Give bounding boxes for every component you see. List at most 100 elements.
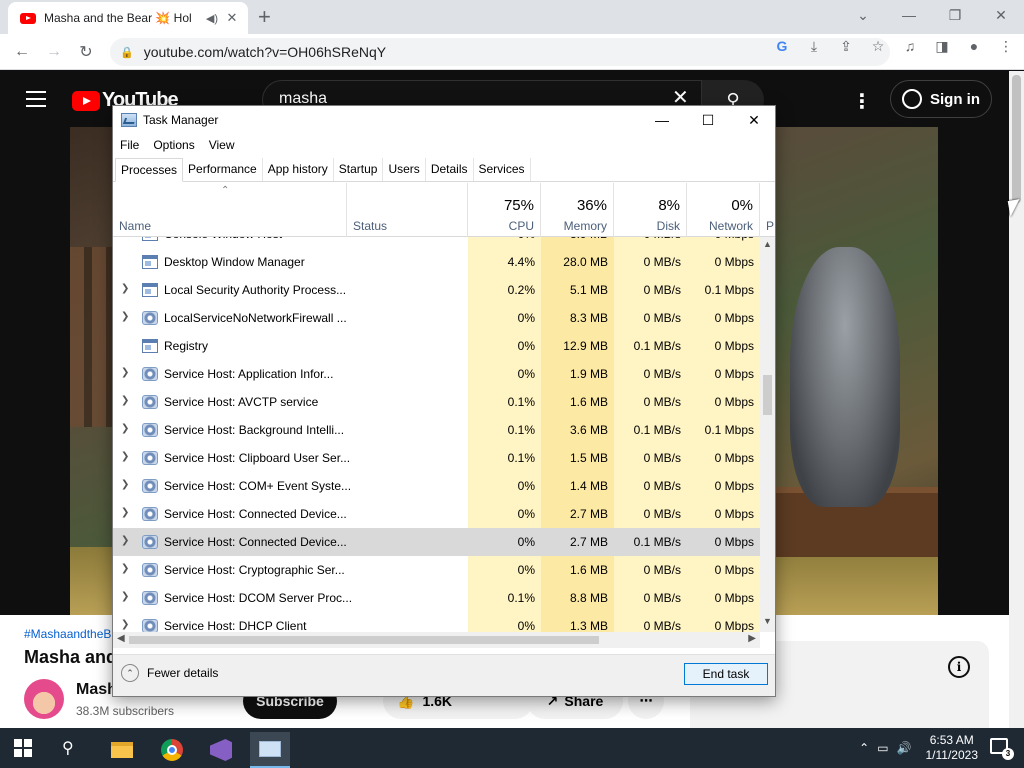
- tab-search-chevron-icon[interactable]: ⌄: [840, 0, 886, 30]
- taskbar-visual-studio[interactable]: [201, 732, 241, 768]
- column-memory[interactable]: 36% Memory: [541, 183, 614, 237]
- forward-arrow-icon[interactable]: →: [42, 40, 66, 64]
- expand-chevron-icon[interactable]: ❯: [121, 423, 129, 434]
- vscroll-thumb[interactable]: [763, 375, 772, 415]
- process-row[interactable]: ❯ Service Host: Application Infor... 0% 1.9…: [113, 360, 760, 388]
- menu-file[interactable]: File: [113, 134, 146, 156]
- show-hidden-icons-chevron-icon[interactable]: ⌃: [859, 741, 869, 755]
- page-scrollbar-thumb[interactable]: [1012, 75, 1021, 203]
- expand-chevron-icon[interactable]: ❯: [121, 619, 129, 630]
- restore-window-button[interactable]: ❐: [932, 0, 978, 30]
- install-app-icon[interactable]: ⤓: [804, 38, 824, 55]
- scroll-right-arrow-icon[interactable]: ▶: [748, 633, 756, 644]
- network-icon[interactable]: ▭: [877, 741, 888, 755]
- process-row[interactable]: ❯ Service Host: Connected Device... 0% 2.7 …: [113, 528, 760, 556]
- media-control-icon[interactable]: ♫: [900, 38, 920, 55]
- column-power[interactable]: P: [760, 183, 775, 237]
- sign-in-button[interactable]: Sign in: [890, 80, 992, 118]
- tm-minimize-button[interactable]: —: [639, 106, 685, 134]
- taskbar-task-manager[interactable]: [250, 732, 290, 768]
- process-row[interactable]: Registry 0% 12.9 MB 0.1 MB/s 0 Mbps: [113, 332, 760, 360]
- expand-chevron-icon[interactable]: ❯: [121, 367, 129, 378]
- expand-chevron-icon[interactable]: ❯: [121, 395, 129, 406]
- expand-chevron-icon[interactable]: ❯: [121, 283, 129, 294]
- expand-chevron-icon[interactable]: ❯: [121, 479, 129, 490]
- more-options-icon[interactable]: ⋮: [852, 89, 872, 114]
- reload-icon[interactable]: ↻: [74, 40, 98, 64]
- tm-close-button[interactable]: ✕: [731, 106, 777, 134]
- google-lens-icon[interactable]: G: [772, 38, 792, 55]
- share-page-icon[interactable]: ⇪: [836, 38, 856, 55]
- start-button[interactable]: [14, 739, 32, 757]
- process-list-hscrollbar[interactable]: ◀ ▶: [113, 632, 760, 648]
- expand-chevron-icon[interactable]: ❯: [121, 451, 129, 462]
- expand-chevron-icon[interactable]: ❯: [121, 591, 129, 602]
- column-disk[interactable]: 8% Disk: [614, 183, 687, 237]
- close-window-button[interactable]: ✕: [978, 0, 1024, 30]
- channel-name[interactable]: Mash: [76, 681, 117, 699]
- process-row[interactable]: ❯ Service Host: Background Intelli... 0.1%…: [113, 416, 760, 444]
- taskbar-search-icon[interactable]: ⚲: [62, 738, 74, 758]
- process-list-vscrollbar[interactable]: ▲ ▼: [760, 237, 775, 632]
- taskbar-chrome[interactable]: [152, 732, 192, 768]
- mouse-cursor: [1007, 199, 1023, 217]
- menu-view[interactable]: View: [202, 134, 242, 156]
- clock[interactable]: 6:53 AM 1/11/2023: [926, 733, 979, 763]
- tab-performance[interactable]: Performance: [183, 158, 263, 181]
- end-task-button[interactable]: End task: [684, 663, 768, 685]
- channel-avatar[interactable]: [24, 679, 64, 719]
- tab-app-history[interactable]: App history: [263, 158, 334, 181]
- menu-options[interactable]: Options: [146, 134, 201, 156]
- tab-details[interactable]: Details: [426, 158, 474, 181]
- task-manager-title-bar[interactable]: Task Manager — ☐ ✕: [113, 106, 775, 134]
- tab-startup[interactable]: Startup: [334, 158, 384, 181]
- video-hashtags[interactable]: #MashaandtheB: [24, 627, 111, 641]
- column-status[interactable]: Status: [347, 183, 468, 237]
- chrome-menu-icon[interactable]: ⋮: [996, 38, 1016, 55]
- minimize-window-button[interactable]: —: [886, 0, 932, 30]
- back-arrow-icon[interactable]: ←: [10, 40, 34, 64]
- process-row[interactable]: ❯ Service Host: Clipboard User Ser... 0.1%…: [113, 444, 760, 472]
- scroll-down-arrow-icon[interactable]: ▼: [760, 616, 775, 630]
- speaker-icon[interactable]: ◀): [206, 12, 218, 25]
- process-name: Local Security Authority Process...: [164, 283, 347, 297]
- tab-processes[interactable]: Processes: [115, 158, 184, 182]
- scroll-left-arrow-icon[interactable]: ◀: [117, 633, 125, 644]
- tab-users[interactable]: Users: [383, 158, 426, 181]
- scroll-up-arrow-icon[interactable]: ▲: [760, 239, 775, 253]
- process-row[interactable]: ❯ Service Host: DCOM Server Proc... 0.1% 8.…: [113, 584, 760, 612]
- process-row[interactable]: Console Window Host 0%3.9 MB0 MB/s0 Mbps: [113, 237, 760, 248]
- expand-chevron-icon[interactable]: ❯: [121, 563, 129, 574]
- process-row[interactable]: ❯ Service Host: DHCP Client 0% 1.3 MB 0 MB/s…: [113, 612, 760, 632]
- info-icon[interactable]: i: [948, 656, 970, 678]
- process-row[interactable]: ❯ Service Host: COM+ Event Syste... 0% 1.4 …: [113, 472, 760, 500]
- process-row[interactable]: ❯ Service Host: Connected Device... 0% 2.7 …: [113, 500, 760, 528]
- process-row[interactable]: ❯ Service Host: Cryptographic Ser... 0% 1.6…: [113, 556, 760, 584]
- side-panel-icon[interactable]: ◨: [932, 38, 952, 55]
- windows-taskbar: ⚲ ⌃ ▭ 🔊 6:53 AM 1/11/2023 3: [0, 728, 1024, 768]
- process-row[interactable]: ❯ Local Security Authority Process... 0.2%…: [113, 276, 760, 304]
- browser-tab-youtube[interactable]: Masha and the Bear 💥 Hol ◀) ✕: [8, 2, 248, 34]
- expand-chevron-icon[interactable]: ❯: [121, 535, 129, 546]
- expand-chevron-icon[interactable]: ❯: [121, 507, 129, 518]
- profile-icon[interactable]: ●: [964, 38, 984, 55]
- volume-icon[interactable]: 🔊: [897, 741, 912, 755]
- tab-services[interactable]: Services: [474, 158, 531, 181]
- hscroll-thumb[interactable]: [129, 636, 599, 644]
- column-cpu[interactable]: 75% CPU: [468, 183, 541, 237]
- new-tab-button[interactable]: +: [258, 4, 271, 30]
- process-row[interactable]: Desktop Window Manager 4.4% 28.0 MB 0 MB/s 0…: [113, 248, 760, 276]
- close-tab-icon[interactable]: ✕: [224, 10, 240, 26]
- process-row[interactable]: ❯ LocalServiceNoNetworkFirewall ... 0% 8.3 …: [113, 304, 760, 332]
- bookmark-star-icon[interactable]: ☆: [868, 38, 888, 55]
- column-network[interactable]: 0% Network: [687, 183, 760, 237]
- expand-chevron-icon[interactable]: ❯: [121, 311, 129, 322]
- lock-icon[interactable]: 🔒: [120, 46, 134, 59]
- process-row[interactable]: ❯ Service Host: AVCTP service 0.1% 1.6 MB 0 …: [113, 388, 760, 416]
- hamburger-menu-icon[interactable]: [26, 91, 46, 107]
- tm-maximize-button[interactable]: ☐: [685, 106, 731, 134]
- page-scrollbar[interactable]: [1009, 71, 1024, 728]
- column-name[interactable]: ⌃ Name: [113, 183, 347, 237]
- fewer-details-toggle[interactable]: ⌃ Fewer details: [121, 664, 218, 682]
- taskbar-file-explorer[interactable]: [102, 732, 142, 768]
